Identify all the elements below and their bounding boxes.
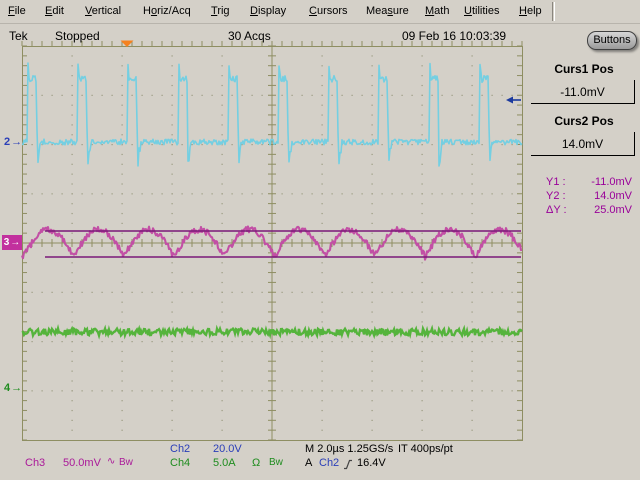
right-arrow-icon: → (11, 136, 22, 148)
oscilloscope-screen: File Edit Vertical Horiz/Acq Trig Display Curs… (0, 0, 640, 480)
cursor2-pos-value: 14.0mV (531, 132, 635, 156)
right-arrow-icon: → (10, 237, 20, 248)
dy-label: ΔY : (546, 203, 578, 217)
ch2-position-marker[interactable]: 2→ (4, 136, 22, 148)
tek-logo: Tek (9, 29, 28, 43)
timebase-readout: M 2.0µs 1.25GS/s (305, 443, 393, 455)
menu-trig[interactable]: Trig (211, 5, 230, 17)
menu-cursors[interactable]: Cursors (309, 5, 348, 17)
ch3-label: Ch3 (25, 457, 45, 469)
acquisition-count: 30 Acqs (228, 29, 271, 43)
acquisition-state: Stopped (55, 29, 100, 43)
trigger-level-arrow-icon[interactable] (506, 97, 513, 104)
menu-display[interactable]: Display (250, 5, 286, 17)
ch4-bandwidth-badge: Bw (269, 457, 283, 468)
cursor1-pos-value: -11.0mV (531, 80, 635, 104)
sampling-readout: IT 400ps/pt (398, 443, 453, 455)
datetime: 09 Feb 16 10:03:39 (402, 29, 506, 43)
ch4-scale: 5.0A (213, 457, 236, 469)
ohm-impedance-icon: Ω (252, 457, 260, 469)
menu-help[interactable]: Help (519, 5, 542, 17)
ch2-marker-label: 2 (4, 136, 10, 148)
y1-value: -11.0mV (578, 175, 632, 189)
menu-bar: File Edit Vertical Horiz/Acq Trig Display Curs… (0, 0, 640, 24)
trigger-mode: A (305, 457, 312, 469)
menu-math[interactable]: Math (425, 5, 449, 17)
cursor1-pos-label: Curs1 Pos (532, 62, 636, 76)
ch3-marker-label: 3 (4, 237, 10, 248)
ch4-position-marker[interactable]: 4→ (4, 382, 22, 394)
y2-value: 14.0mV (578, 189, 632, 203)
trigger-slope-rising-icon (343, 459, 353, 470)
menu-separator (552, 2, 555, 21)
menu-vertical[interactable]: Vertical (85, 5, 121, 17)
menu-edit[interactable]: Edit (45, 5, 64, 17)
dy-value: 25.0mV (578, 203, 632, 217)
cursor2-pos-label: Curs2 Pos (532, 114, 636, 128)
menu-file[interactable]: File (8, 5, 26, 17)
trigger-level: 16.4V (357, 457, 386, 469)
buttons-button[interactable]: Buttons (587, 31, 637, 50)
trigger-source: Ch2 (319, 457, 339, 469)
ch4-marker-label: 4 (4, 382, 10, 394)
y2-label: Y2 : (546, 189, 578, 203)
menu-horiz-acq[interactable]: Horiz/Acq (143, 5, 191, 17)
ch3-bandwidth-badge: Bw (119, 457, 133, 468)
menu-measure[interactable]: Measure (366, 5, 409, 17)
ch2-scale: 20.0V (213, 443, 242, 455)
y1-label: Y1 : (546, 175, 578, 189)
ch4-label: Ch4 (170, 457, 190, 469)
cursor-readout: Y1 :-11.0mV Y2 :14.0mV ΔY :25.0mV (546, 175, 632, 217)
ch3-position-marker[interactable]: 3→ (2, 235, 22, 250)
menu-utilities[interactable]: Utilities (464, 5, 499, 17)
right-arrow-icon: → (11, 382, 22, 394)
ac-coupling-icon: ∿ (107, 456, 115, 467)
ch3-scale: 50.0mV (63, 457, 101, 469)
ch2-label: Ch2 (170, 443, 190, 455)
